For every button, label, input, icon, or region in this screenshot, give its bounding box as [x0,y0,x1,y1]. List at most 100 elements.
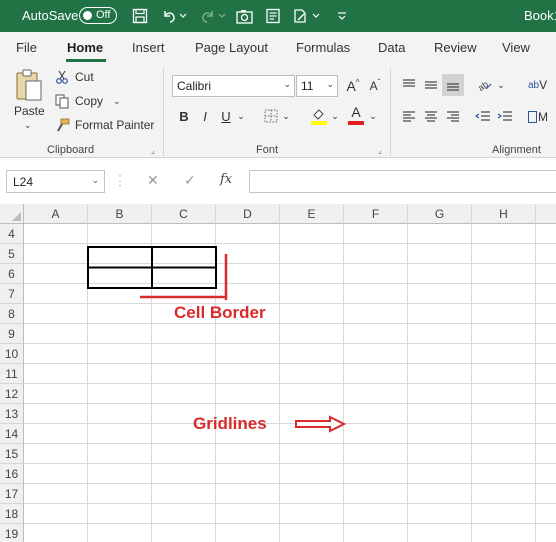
paste-icon[interactable] [14,68,44,102]
cut-button[interactable]: Cut [54,68,94,86]
save-icon[interactable] [130,6,150,26]
tab-formulas[interactable]: Formulas [296,40,350,55]
column-header-a[interactable]: A [24,204,88,224]
row-header-13[interactable]: 13 [0,404,24,424]
bold-button[interactable]: B [176,106,192,126]
column-header-h[interactable]: H [472,204,536,224]
workbook-title: Book1 [524,8,556,23]
underline-dropdown-icon[interactable]: ⌄ [236,106,246,126]
tab-view[interactable]: View [502,40,530,55]
paste-dropdown-icon[interactable]: ⌄ [24,120,32,131]
decrease-indent-icon[interactable] [474,108,492,126]
row-header-5[interactable]: 5 [0,244,24,264]
underline-button[interactable]: U [218,106,234,126]
redo-dropdown-icon[interactable] [216,6,228,26]
font-size-select[interactable]: 11 ⌄ [296,75,338,97]
tab-data[interactable]: Data [378,40,405,55]
decrease-font-size-button[interactable]: Aˇ [366,76,384,96]
name-box-value: L24 [13,175,34,189]
sign-dropdown-icon[interactable] [310,6,322,26]
copy-button[interactable]: Copy ⌄ [54,92,121,110]
font-name-select[interactable]: Calibri ⌄ [172,75,295,97]
column-header-b[interactable]: B [88,204,152,224]
formula-input[interactable] [249,170,556,193]
undo-dropdown-icon[interactable] [177,6,189,26]
redo-icon[interactable] [198,6,218,26]
worksheet-grid[interactable]: A B C D E F G H 4 5 6 7 8 9 10 11 12 13 … [0,204,556,542]
tab-page-layout[interactable]: Page Layout [195,40,268,55]
borders-icon[interactable] [262,107,280,125]
alignment-group-label: Alignment [492,144,541,156]
row-header-8[interactable]: 8 [0,304,24,324]
drag-handle-icon[interactable]: · · · [118,169,122,191]
column-header-f[interactable]: F [344,204,408,224]
increase-font-size-button[interactable]: A ^ [344,76,362,96]
align-right-icon[interactable] [444,108,462,126]
tab-file[interactable]: File [16,40,37,55]
row-header-7[interactable]: 7 [0,284,24,304]
fill-color-dropdown-icon[interactable]: ⌄ [330,106,340,126]
align-top-icon[interactable] [400,76,418,94]
merge-icon [528,111,537,123]
insert-function-icon[interactable]: fx [220,172,232,187]
name-box[interactable]: L24 ⌄ [6,170,105,193]
wrap-text-icon: ab [528,79,540,91]
fill-color-icon[interactable] [309,106,329,126]
increase-indent-icon[interactable] [496,108,514,126]
tab-review[interactable]: Review [434,40,477,55]
italic-button[interactable]: I [198,106,212,126]
chevron-down-icon: ⌄ [283,79,291,89]
tab-insert[interactable]: Insert [132,40,165,55]
title-bar: AutoSave Off Book1 [0,0,556,32]
align-center-icon[interactable] [422,108,440,126]
row-header-6[interactable]: 6 [0,264,24,284]
copy-dropdown-icon[interactable]: ⌄ [113,96,121,107]
row-header-10[interactable]: 10 [0,344,24,364]
svg-text:ab: ab [477,79,490,92]
column-header-e[interactable]: E [280,204,344,224]
cancel-icon[interactable]: ✕ [147,172,159,189]
wrap-text-button[interactable]: ab V [528,76,554,94]
select-all-button[interactable] [0,204,24,224]
align-middle-icon[interactable] [422,76,440,94]
orientation-dropdown-icon[interactable]: ⌄ [496,76,506,94]
font-color-button[interactable]: A [346,104,366,126]
form-icon[interactable] [263,6,283,26]
paste-button[interactable]: Paste [14,104,45,118]
borders-dropdown-icon[interactable]: ⌄ [281,106,291,126]
camera-icon[interactable] [234,6,254,26]
row-header-9[interactable]: 9 [0,324,24,344]
copy-label: Copy [75,94,104,108]
row-header-17[interactable]: 17 [0,484,24,504]
group-separator [390,68,391,156]
merge-center-button[interactable]: M [528,108,554,126]
row-header-11[interactable]: 11 [0,364,24,384]
font-color-dropdown-icon[interactable]: ⌄ [368,106,378,126]
enter-icon[interactable]: ✓ [184,172,196,189]
column-header-d[interactable]: D [216,204,280,224]
row-header-15[interactable]: 15 [0,444,24,464]
select-all-icon [12,212,21,221]
row-header-19[interactable]: 19 [0,524,24,542]
orientation-icon[interactable]: ab [476,76,494,94]
row-header-4[interactable]: 4 [0,224,24,244]
undo-icon[interactable] [159,6,179,26]
row-header-14[interactable]: 14 [0,424,24,444]
align-left-icon[interactable] [400,108,418,126]
row-header-16[interactable]: 16 [0,464,24,484]
customize-qat-icon[interactable] [332,6,352,26]
column-header-g[interactable]: G [408,204,472,224]
toggle-knob [83,11,92,20]
row-header-18[interactable]: 18 [0,504,24,524]
font-launcher-icon[interactable]: ⌟ [378,146,382,155]
format-painter-button[interactable]: Format Painter [54,116,154,134]
tab-home[interactable]: Home [67,40,103,55]
sign-icon[interactable] [290,6,310,26]
autosave-toggle[interactable]: Off [79,7,117,24]
row-header-12[interactable]: 12 [0,384,24,404]
merge-label: M [538,110,548,124]
column-header-partial[interactable] [536,204,556,224]
align-bottom-icon[interactable] [442,74,464,96]
clipboard-launcher-icon[interactable]: ⌟ [151,146,155,155]
column-header-c[interactable]: C [152,204,216,224]
